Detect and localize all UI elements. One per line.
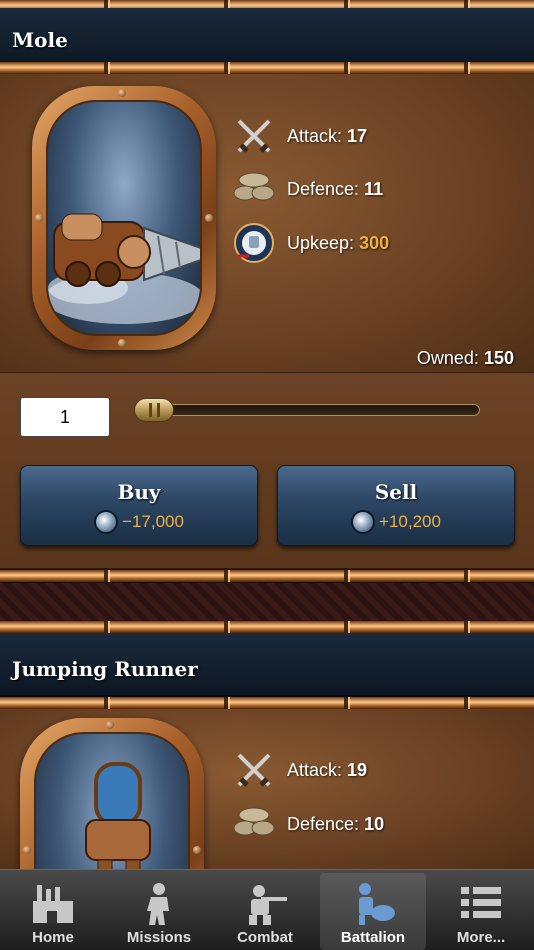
unit-portrait — [32, 86, 216, 350]
pipe-divider — [0, 697, 534, 709]
defence-value: 11 — [364, 178, 384, 199]
sell-button[interactable]: Sell +10,200 — [277, 465, 515, 546]
pipe-divider — [0, 62, 534, 74]
quantity-slider[interactable] — [140, 404, 480, 416]
section-divider — [0, 583, 534, 623]
owned-label: Owned: — [416, 348, 479, 368]
unit-portrait-glass — [46, 100, 202, 336]
gunner-icon — [249, 885, 287, 925]
tab-label: Home — [32, 929, 74, 946]
unit-title: Mole — [12, 28, 68, 52]
defence-label: Defence: — [287, 813, 360, 834]
rivet — [118, 339, 126, 347]
sell-price: +10,200 — [379, 512, 441, 531]
list-icon — [461, 887, 501, 918]
tab-label: Missions — [126, 929, 192, 946]
factory-icon — [33, 885, 73, 923]
rivet — [205, 214, 213, 222]
owned-value: 150 — [483, 348, 514, 368]
buy-button[interactable]: Buy −17,000 — [20, 465, 258, 546]
crossed-swords-icon — [232, 114, 276, 158]
owned-count: Owned: 150 — [417, 348, 514, 369]
buy-price: −17,000 — [122, 512, 184, 531]
quantity-input[interactable]: 1 — [20, 397, 110, 437]
pipe-divider — [0, 621, 534, 633]
attack-label: Attack: — [287, 759, 343, 780]
tab-more[interactable]: More... — [428, 870, 534, 950]
stat-defence: Defence: 11 — [232, 167, 383, 211]
attack-value: 17 — [347, 125, 368, 146]
buy-label: Buy — [117, 480, 161, 504]
tab-battalion[interactable]: Battalion — [320, 873, 426, 950]
tab-home[interactable]: Home — [0, 870, 106, 950]
coin-icon — [94, 510, 119, 534]
unit-title: Jumping Runner — [12, 657, 198, 681]
rivet — [118, 89, 126, 97]
defence-value: 10 — [364, 813, 385, 834]
sandbags-icon — [232, 802, 276, 846]
stat-attack: Attack: 17 — [232, 114, 367, 158]
tab-label: More... — [456, 929, 506, 946]
rivet — [23, 846, 31, 854]
rivet — [35, 214, 43, 222]
tab-label: Battalion — [340, 929, 406, 946]
crossed-swords-icon — [232, 748, 276, 792]
stat-upkeep: Upkeep: 300 — [232, 221, 389, 265]
attack-value: 19 — [347, 759, 368, 780]
pipe-divider — [0, 570, 534, 582]
upkeep-label: Upkeep: — [287, 232, 355, 253]
rivet — [106, 721, 114, 729]
coin-icon — [351, 510, 376, 534]
tab-label: Combat — [237, 929, 293, 946]
upkeep-value: 300 — [359, 232, 390, 253]
rivet — [193, 846, 201, 854]
quantity-slider-thumb[interactable] — [134, 398, 174, 422]
unit-header: Jumping Runner — [0, 633, 534, 697]
defence-label: Defence: — [287, 178, 360, 199]
tab-combat[interactable]: Combat — [212, 870, 318, 950]
attack-label: Attack: — [287, 125, 343, 146]
drill-vehicle-image — [48, 213, 200, 324]
unit-header: Mole — [0, 8, 534, 70]
upkeep-coin-icon — [232, 221, 276, 265]
stat-attack: Attack: 19 — [232, 748, 367, 792]
tab-bar: Home Missions Combat Battalion More... — [0, 869, 534, 950]
soldier-icon — [147, 883, 169, 925]
stat-defence: Defence: 10 — [232, 802, 384, 846]
sell-label: Sell — [374, 480, 418, 504]
battalion-icon — [359, 883, 395, 925]
tab-missions[interactable]: Missions — [106, 870, 212, 950]
sandbags-icon — [232, 167, 276, 211]
